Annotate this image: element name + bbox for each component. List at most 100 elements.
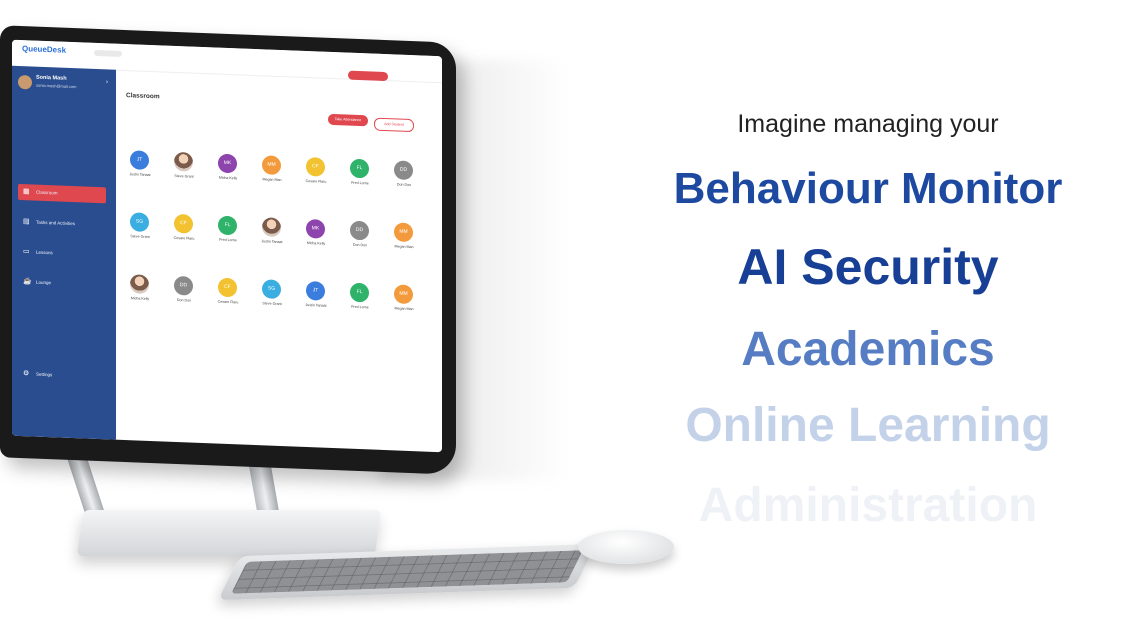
student-avatar: JT: [306, 280, 325, 301]
student-name: Steve Grant: [130, 234, 150, 239]
take-attendance-button[interactable]: Take Attendance: [328, 113, 368, 127]
student-avatar: MM: [262, 155, 281, 176]
student-card[interactable]: SG Steve Grant: [252, 279, 292, 321]
student-name: Cesare Flaru: [305, 178, 327, 184]
student-card[interactable]: MM Megan Man: [384, 222, 424, 264]
sidebar-item-lounge[interactable]: ☕ Lounge: [18, 274, 106, 293]
student-name: Megan Man: [262, 177, 282, 183]
student-avatar: FL: [218, 215, 237, 236]
student-name: Micha Kelly: [130, 296, 150, 301]
student-avatar: JT: [130, 150, 149, 170]
student-avatar: CF: [174, 213, 193, 234]
student-card[interactable]: MK Micha Kelly: [208, 153, 248, 195]
student-card[interactable]: MM Megan Man: [384, 284, 424, 326]
student-card[interactable]: DD Don Don: [384, 160, 424, 202]
student-avatar: DD: [350, 220, 369, 241]
chevron-right-icon[interactable]: ›: [106, 79, 108, 85]
student-name: Justin Tanaat: [261, 239, 283, 245]
profile-card[interactable]: Sonia Mash sonia.mash@mail.com ›: [18, 72, 110, 98]
student-avatar: FL: [350, 158, 369, 179]
clipboard-icon: ▤: [23, 218, 30, 226]
monitor-base: [76, 510, 382, 556]
student-avatar: [130, 274, 149, 294]
student-card[interactable]: JT Justin Tanaat: [120, 150, 160, 192]
student-name: Justin Tanaat: [129, 172, 151, 178]
student-avatar: CF: [306, 156, 325, 177]
student-card[interactable]: Justin Tanaat: [252, 217, 292, 259]
mouse: [578, 530, 674, 564]
student-avatar: DD: [174, 275, 193, 296]
student-avatar: FL: [350, 282, 369, 303]
monitor: QueueDesk Sonia Mash sonia.mash@mail.com…: [0, 25, 456, 475]
student-card[interactable]: MM Megan Man: [252, 155, 292, 197]
grid-icon: ▦: [23, 188, 30, 196]
student-card[interactable]: FL Fred Lorne: [340, 158, 380, 200]
student-card[interactable]: SG Steve Grant: [120, 212, 160, 254]
student-name: Micha Kelly: [306, 241, 326, 246]
student-avatar: [262, 217, 281, 238]
sidebar-item-label: Tasks and Activities: [36, 219, 76, 227]
coffee-icon: ☕: [23, 278, 32, 286]
student-card[interactable]: DD Don Don: [340, 220, 380, 262]
student-avatar: MK: [218, 153, 237, 174]
student-name: Cesare Flaru: [217, 299, 239, 305]
student-card[interactable]: FL Fred Lorne: [340, 282, 380, 324]
add-student-button[interactable]: Add Student: [374, 117, 414, 133]
student-name: Justin Tanaat: [305, 302, 327, 308]
student-card[interactable]: MK Micha Kelly: [296, 218, 336, 261]
feature-ai-security: AI Security: [737, 239, 999, 295]
student-name: Don Don: [352, 242, 368, 248]
student-avatar: MM: [394, 284, 413, 305]
promo-scene: QueueDesk Sonia Mash sonia.mash@mail.com…: [0, 0, 1136, 640]
student-name: Fred Lorne: [219, 237, 237, 243]
sidebar-item-label: Lounge: [36, 279, 52, 286]
student-name: Megan Man: [394, 306, 414, 312]
student-avatar: MM: [394, 222, 413, 243]
student-avatar: [174, 151, 193, 172]
sidebar-item-settings[interactable]: ⚙ Settings: [18, 366, 106, 385]
feature-online-learning: Online Learning: [685, 399, 1051, 452]
headline: Imagine managing your: [737, 110, 999, 138]
monitor-icon: ▭: [23, 248, 30, 256]
search-bar[interactable]: [94, 49, 122, 57]
student-card[interactable]: CF Cesare Flaru: [296, 156, 336, 199]
sidebar-item-label: Settings: [36, 371, 53, 378]
profile-name: Sonia Mash: [36, 74, 67, 82]
student-name: Fred Lorne: [351, 304, 369, 310]
profile-email: sonia.mash@mail.com: [36, 82, 77, 90]
student-avatar: SG: [262, 279, 281, 300]
student-card[interactable]: FL Fred Lorne: [208, 215, 248, 257]
sidebar-item-label: Classroom: [36, 189, 58, 196]
sidebar-item-classroom[interactable]: ▦ Classroom: [18, 183, 106, 204]
student-name: Fred Lorne: [351, 180, 369, 186]
student-card[interactable]: Steve Grant: [164, 151, 204, 194]
student-avatar: DD: [394, 160, 413, 181]
sidebar: Sonia Mash sonia.mash@mail.com › ▦ Class…: [12, 65, 116, 440]
feature-behaviour-monitor: Behaviour Monitor: [673, 164, 1063, 213]
sidebar-item-label: Lessons: [36, 249, 53, 256]
student-card[interactable]: DD Don Don: [164, 275, 204, 318]
main-content: Classroom Take Attendance Add Student JT…: [116, 70, 442, 453]
student-name: Micha Kelly: [218, 175, 238, 181]
student-card[interactable]: JT Justin Tanaat: [296, 280, 336, 323]
feature-academics: Academics: [741, 323, 995, 376]
student-name: Don Don: [176, 298, 192, 303]
student-card[interactable]: CF Cesare Flaru: [208, 277, 248, 319]
student-card[interactable]: CF Cesare Flaru: [164, 213, 204, 256]
sidebar-item-lessons[interactable]: ▭ Lessons: [18, 244, 106, 263]
student-avatar: SG: [130, 212, 149, 232]
student-name: Steve Grant: [262, 301, 282, 307]
student-name: Megan Man: [394, 244, 414, 250]
student-name: Don Don: [396, 182, 412, 188]
student-avatar: MK: [306, 218, 325, 239]
sidebar-item-tasks[interactable]: ▤ Tasks and Activities: [18, 214, 106, 233]
student-card[interactable]: Micha Kelly: [120, 274, 160, 316]
app-logo[interactable]: QueueDesk: [22, 44, 66, 55]
feature-administration: Administration: [698, 479, 1038, 532]
avatar: [18, 74, 32, 90]
app-screen: QueueDesk Sonia Mash sonia.mash@mail.com…: [12, 39, 442, 453]
student-avatar: CF: [218, 277, 237, 298]
page-title: Classroom: [126, 92, 160, 101]
gear-icon: ⚙: [23, 370, 30, 378]
student-name: Cesare Flaru: [173, 235, 195, 241]
